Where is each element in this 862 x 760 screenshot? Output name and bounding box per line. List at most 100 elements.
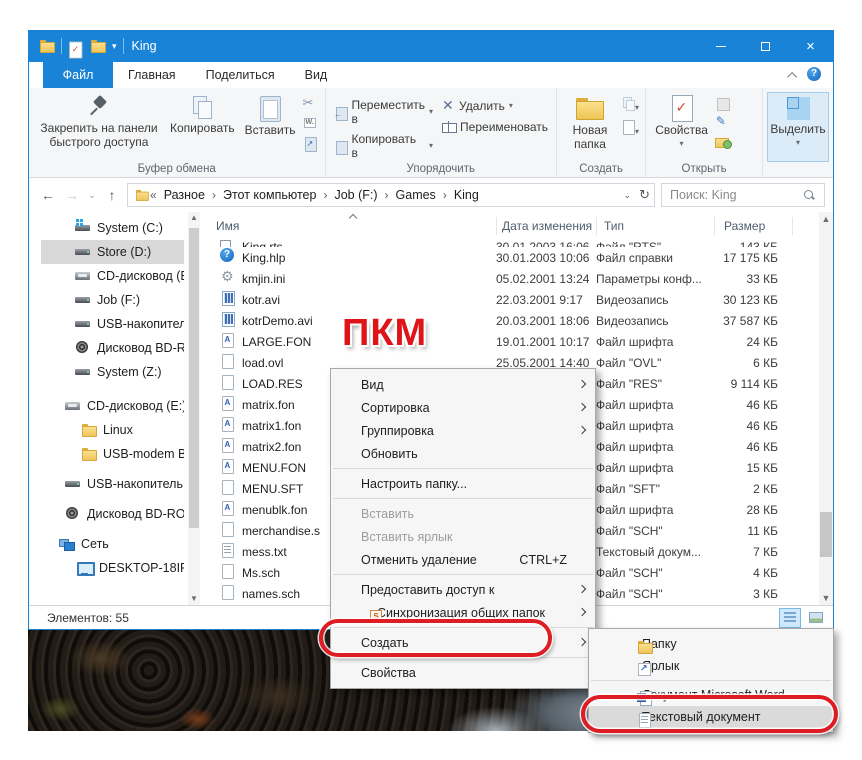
rename-button[interactable]: Переименовать [441, 119, 548, 134]
sidebar-item[interactable]: Job (F:) [41, 288, 184, 312]
context-menu-item-undo-delete[interactable]: Отменить удалениеCTRL+Z [331, 548, 595, 571]
close-button[interactable]: × [788, 30, 833, 62]
details-view-button[interactable] [779, 608, 801, 628]
file-date: 22.03.2001 9:17 [496, 293, 596, 307]
file-row[interactable]: King.rts30.01.2003 16:06Файл "RTS"143 КБ [200, 240, 833, 247]
breadcrumb-item[interactable]: Разное [164, 188, 205, 202]
collapse-ribbon-icon[interactable] [787, 71, 797, 81]
scroll-up-icon[interactable]: ▲ [819, 212, 833, 226]
easy-access-button[interactable]: ▾ [621, 96, 639, 115]
move-to-button[interactable]: Переместить в ▾ [334, 98, 434, 126]
new-folder-button[interactable]: Новая папка [561, 92, 619, 154]
help-icon[interactable] [807, 67, 823, 83]
sidebar-item[interactable]: DESKTOP-18IF12O [41, 556, 184, 580]
copy-to-button[interactable]: Копировать в ▾ [334, 132, 434, 160]
properties-check-icon[interactable] [68, 41, 78, 51]
sidebar-item[interactable]: USB-накопитель (H [41, 472, 184, 496]
column-separator[interactable] [496, 217, 497, 235]
breadcrumb-item[interactable]: King [454, 188, 479, 202]
column-separator[interactable] [792, 217, 793, 235]
column-separator[interactable] [596, 217, 597, 235]
up-button[interactable]: ↑ [103, 187, 121, 203]
select-button[interactable]: Выделить ▾ [767, 92, 829, 162]
properties-button[interactable]: Свойства ▾ [650, 92, 713, 150]
menu-separator [333, 468, 593, 469]
column-separator[interactable] [714, 217, 715, 235]
sidebar-scrollbar[interactable]: ▲ ▼ [188, 212, 200, 605]
file-row[interactable]: kmjin.ini05.02.2001 13:24Параметры конф.… [200, 268, 833, 289]
recent-locations-icon[interactable]: ⌄ [87, 190, 97, 201]
file-type: Файл шрифта [596, 503, 714, 517]
sidebar-scroll-thumb[interactable] [189, 228, 199, 528]
maximize-button[interactable] [743, 30, 788, 62]
submenu-item-folder[interactable]: Папку [589, 633, 833, 655]
breadcrumb: «Разное›Этот компьютер›Job (F:)›Games›Ki… [150, 188, 624, 202]
tab-share[interactable]: Поделиться [191, 62, 290, 88]
tab-view[interactable]: Вид [290, 62, 343, 88]
minimize-button[interactable] [698, 30, 743, 62]
refresh-icon[interactable]: ↻ [639, 187, 650, 203]
sidebar-item[interactable]: USB-modem Beeli [41, 442, 184, 466]
context-menu-item-view[interactable]: Вид [331, 373, 595, 396]
scroll-down-icon[interactable]: ▼ [188, 593, 200, 605]
sidebar-item[interactable]: Сеть [41, 532, 184, 556]
submenu-item-shortcut[interactable]: Ярлык [589, 655, 833, 677]
qat-dropdown-icon[interactable]: ▾ [112, 42, 117, 51]
file-list-scrollbar[interactable]: ▲ ▼ [819, 212, 833, 605]
file-row[interactable]: kotr.avi22.03.2001 9:17Видеозапись30 123… [200, 289, 833, 310]
breadcrumb-item[interactable]: Games [396, 188, 436, 202]
column-header-type[interactable]: Тип [596, 219, 714, 233]
tab-file[interactable]: Файл [43, 62, 113, 88]
context-menu-item-sort[interactable]: Сортировка [331, 396, 595, 419]
context-menu-item-group[interactable]: Группировка [331, 419, 595, 442]
breadcrumb-item[interactable]: Job (F:) [334, 188, 377, 202]
sidebar-item[interactable]: CD-дисковод (E:) B [41, 264, 184, 288]
sidebar-item[interactable]: CD-дисковод (E:) Be [41, 394, 184, 418]
sidebar-item[interactable]: Store (D:) [41, 240, 184, 264]
copy-path-icon[interactable] [303, 116, 319, 132]
address-dropdown-icon[interactable]: ⌄ [624, 190, 632, 201]
edit-icon[interactable] [715, 115, 730, 130]
column-header-name[interactable]: Имя [216, 219, 496, 233]
scroll-down-icon[interactable]: ▼ [819, 591, 833, 605]
column-header-size[interactable]: Размер [714, 219, 792, 233]
history-icon[interactable] [715, 134, 731, 149]
context-menu-item-refresh[interactable]: Обновить [331, 442, 595, 465]
open-with-icon[interactable] [715, 96, 730, 111]
thumbnails-view-button[interactable] [805, 608, 827, 628]
sidebar-item[interactable]: Дисковод BD-ROM [41, 336, 184, 360]
sidebar-item[interactable]: Дисковод BD-ROM [41, 502, 184, 526]
sidebar-item[interactable]: USB-накопитель ( [41, 312, 184, 336]
column-header-date[interactable]: Дата изменения [496, 219, 596, 233]
address-box[interactable]: «Разное›Этот компьютер›Job (F:)›Games›Ki… [127, 183, 655, 207]
sidebar-item[interactable]: System (Z:) [41, 360, 184, 384]
new-item-button[interactable]: ▾ [621, 119, 639, 139]
copy-button[interactable]: Копировать [165, 92, 240, 138]
back-button[interactable]: ← [39, 187, 57, 203]
scroll-up-icon[interactable]: ▲ [188, 212, 200, 224]
context-menu-item-customize-folder[interactable]: Настроить папку... [331, 472, 595, 495]
item-checkbox[interactable] [220, 240, 231, 247]
context-menu-item-paste: Вставить [331, 502, 595, 525]
search-box[interactable]: Поиск: King [661, 183, 825, 207]
sidebar-item[interactable]: Linux [41, 418, 184, 442]
file-row[interactable]: King.hlp30.01.2003 10:06Файл справки17 1… [200, 247, 833, 268]
paste-button[interactable]: Вставить [240, 92, 301, 140]
delete-button[interactable]: Удалить ▾ [441, 98, 548, 113]
file-row[interactable]: kotrDemo.avi20.03.2001 18:06Видеозапись3… [200, 310, 833, 331]
tab-home[interactable]: Главная [113, 62, 191, 88]
pin-to-quick-access-button[interactable]: Закрепить на панели быстрого доступа [33, 92, 165, 152]
file-type: Файл "SCH" [596, 587, 714, 601]
sidebar-item[interactable]: System (C:) [41, 216, 184, 240]
file-scroll-thumb[interactable] [820, 512, 832, 557]
file-row[interactable]: LARGE.FON19.01.2001 10:17Файл шрифта24 К… [200, 331, 833, 352]
drive-icon [75, 292, 91, 308]
context-menu-item-give-access[interactable]: Предоставить доступ к [331, 578, 595, 601]
forward-button[interactable]: → [63, 187, 81, 203]
cut-icon[interactable] [303, 96, 319, 112]
breadcrumb-item[interactable]: Этот компьютер [223, 188, 316, 202]
paste-shortcut-icon[interactable] [303, 136, 319, 152]
context-menu-item-properties[interactable]: Свойства [331, 661, 595, 684]
new-folder-qat-icon[interactable] [90, 38, 106, 54]
select-label: Выделить [770, 123, 825, 137]
